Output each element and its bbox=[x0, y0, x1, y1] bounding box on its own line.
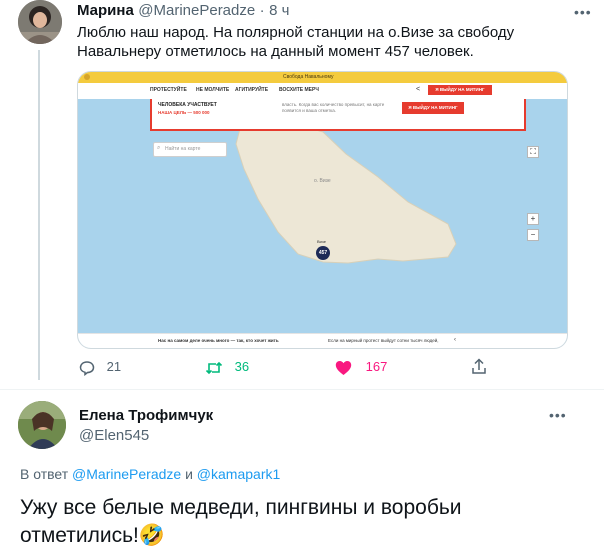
island-shape bbox=[235, 118, 457, 264]
share-button[interactable] bbox=[471, 358, 487, 375]
author-name[interactable]: Елена Трофимчук bbox=[79, 407, 213, 424]
location-marker[interactable]: 457 bbox=[316, 246, 330, 260]
reply-count: 21 bbox=[106, 359, 122, 374]
footer-chevron-icon[interactable]: ‹ bbox=[454, 337, 456, 343]
like-count: 167 bbox=[365, 359, 388, 374]
avatar[interactable] bbox=[18, 401, 66, 449]
reply-prefix: В ответ bbox=[20, 466, 69, 482]
nav-item-silent[interactable]: НЕ МОЛЧИТЕ bbox=[196, 87, 229, 93]
zoom-out-icon[interactable]: − bbox=[527, 229, 539, 241]
tweet-text: Люблю наш народ. На полярной станции на … bbox=[77, 24, 515, 60]
reply-context: В ответ @MarinePeradze и @kamapark1 bbox=[20, 466, 280, 482]
reply-user-link[interactable]: @kamapark1 bbox=[197, 466, 280, 482]
tweet-divider bbox=[0, 389, 604, 390]
retweet-button[interactable]: 36 bbox=[205, 359, 249, 376]
map-search-placeholder: Найти на карте bbox=[165, 146, 201, 152]
avatar-image bbox=[18, 401, 66, 449]
footer-left-text: Нас на самом деле очень много — так, кто… bbox=[158, 338, 279, 343]
map-area[interactable]: о. Визе 457 Визе ⌕ Найти на карте ⛶ + − bbox=[78, 99, 567, 348]
nav-item-protest[interactable]: ПРОТЕСТУЙТЕ bbox=[150, 87, 187, 93]
author-handle[interactable]: @Elen545 bbox=[79, 427, 213, 444]
search-icon: ⌕ bbox=[157, 145, 161, 151]
share-small-icon[interactable]: < bbox=[416, 86, 420, 93]
site-nav: ПРОТЕСТУЙТЕ НЕ МОЛЧИТЕ АГИТИРУЙТЕ ВОСХИТ… bbox=[78, 83, 567, 100]
share-icon bbox=[472, 358, 486, 374]
avatar-image bbox=[18, 0, 62, 44]
fullscreen-icon[interactable]: ⛶ bbox=[527, 146, 539, 158]
reply-user-link[interactable]: @MarinePeradze bbox=[72, 466, 181, 482]
browser-bar: Свобода Навальному bbox=[78, 72, 567, 83]
tweet-media[interactable]: Свобода Навальному ПРОТЕСТУЙТЕ НЕ МОЛЧИТ… bbox=[77, 71, 568, 349]
footer-right-text: Если на мирный протест выйдут сотни тыся… bbox=[328, 338, 439, 343]
tweet2-text: Ужу все белые медведи, пингвины и воробь… bbox=[20, 496, 462, 547]
card-description: власть. Когда вас количество превысит, н… bbox=[282, 102, 385, 113]
site-footer: Нас на самом деле очень много — так, кто… bbox=[78, 333, 567, 348]
thread-line bbox=[38, 50, 40, 380]
browser-tab-title: Свобода Навальному bbox=[283, 74, 334, 80]
more-icon[interactable]: ••• bbox=[574, 4, 592, 20]
card-rally-button[interactable]: Я ВЫЙДУ НА МИТИНГ bbox=[402, 102, 464, 114]
nav-item-merch[interactable]: ВОСХИТЕ МЕРЧ bbox=[279, 87, 319, 93]
like-icon bbox=[335, 360, 352, 375]
separator-dot: · bbox=[259, 2, 265, 19]
tweet2-header: Елена Трофимчук @Elen545 bbox=[79, 407, 213, 444]
retweet-count: 36 bbox=[234, 359, 250, 374]
reply-icon bbox=[79, 360, 95, 376]
counter-card: ЧЕЛОВЕКА УЧАСТВУЕТ НАША ЦЕЛЬ — 500 000 в… bbox=[150, 99, 526, 131]
retweet-icon bbox=[205, 361, 223, 374]
card-goal-line: НАША ЦЕЛЬ — 500 000 bbox=[158, 110, 210, 115]
map-search[interactable]: ⌕ Найти на карте bbox=[153, 142, 227, 157]
island-label: о. Визе bbox=[314, 178, 331, 184]
author-name[interactable]: Марина bbox=[77, 2, 134, 19]
like-button[interactable]: 167 bbox=[335, 359, 387, 376]
avatar[interactable] bbox=[18, 0, 62, 44]
tweet-header: Марина @MarinePeradze · 8 ч bbox=[77, 2, 289, 20]
card-count-line: ЧЕЛОВЕКА УЧАСТВУЕТ bbox=[158, 102, 217, 108]
zoom-in-icon[interactable]: + bbox=[527, 213, 539, 225]
nav-item-agitate[interactable]: АГИТИРУЙТЕ bbox=[235, 87, 268, 93]
author-handle[interactable]: @MarinePeradze bbox=[138, 2, 255, 19]
marker-label: Визе bbox=[317, 239, 326, 244]
more-icon[interactable]: ••• bbox=[549, 407, 567, 423]
tweet-time[interactable]: 8 ч bbox=[269, 2, 289, 19]
top-rally-button[interactable]: Я ВЫЙДУ НА МИТИНГ bbox=[428, 85, 492, 95]
reply-button[interactable]: 21 bbox=[79, 359, 121, 376]
browser-dot bbox=[84, 74, 90, 80]
reply-and: и bbox=[185, 466, 193, 482]
